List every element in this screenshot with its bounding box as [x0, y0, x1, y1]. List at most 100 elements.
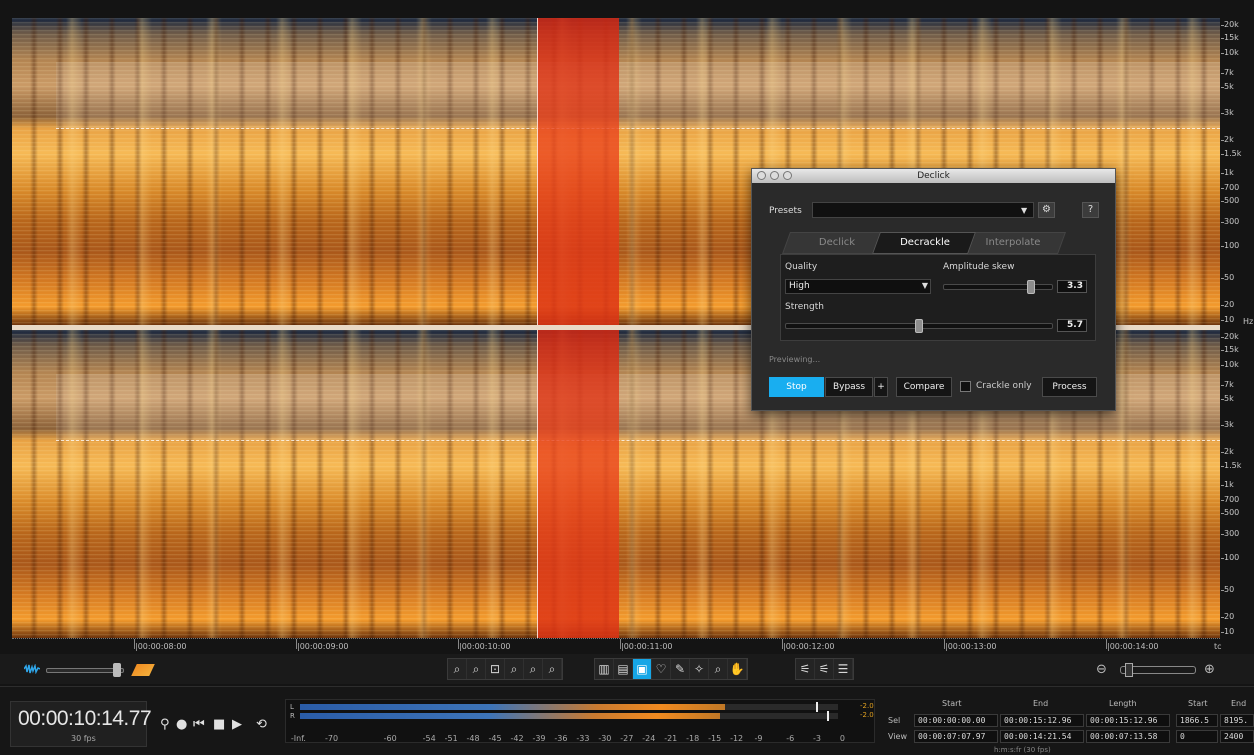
find-similar-icon[interactable]: ⚟ [815, 659, 834, 679]
frequency-label: 5k [1224, 394, 1234, 404]
meter-scale-label: -51 [444, 734, 458, 743]
frequency-label: 700 [1224, 183, 1240, 193]
view-length-field[interactable]: 00:00:07:13.58 [1086, 730, 1170, 743]
strength-thumb[interactable] [915, 319, 923, 333]
frequency-select-icon[interactable]: ▤ [614, 659, 633, 679]
bypass-button[interactable]: Bypass [825, 377, 873, 397]
tab-decrackle[interactable]: Decrackle [880, 232, 970, 254]
zoom-tools: ⌕ ⌕ ⊡ ⌕ ⌕ ⌕ [447, 658, 563, 680]
brush-icon[interactable]: ✎ [671, 659, 690, 679]
presets-dropdown[interactable] [812, 202, 1034, 218]
view-end-field[interactable]: 00:00:14:21.54 [1000, 730, 1084, 743]
selection-info-table: Start End Length Start End Sel 00:00:00:… [884, 699, 1254, 755]
loop-icon[interactable]: ⟲ [256, 717, 267, 732]
frequency-label: 700 [1224, 495, 1240, 505]
amplitude-skew-thumb[interactable] [1027, 280, 1035, 294]
horizontal-zoom-thumb[interactable] [1125, 663, 1133, 677]
zoom-out-icon[interactable]: ⌕ [467, 659, 486, 679]
stop-button[interactable]: Stop [769, 377, 824, 397]
sel-end-field[interactable]: 00:00:15:12.96 [1000, 714, 1084, 727]
frequency-label: 20 [1224, 611, 1235, 621]
zoom-in-icon[interactable]: ⌕ [448, 659, 467, 679]
playhead-cursor[interactable] [537, 18, 538, 325]
frequency-label: 3k [1224, 107, 1234, 117]
spectrum-menu-icon[interactable]: ☰ [834, 659, 853, 679]
microphone-icon[interactable]: ⚲ [160, 717, 170, 732]
frequency-selection[interactable] [56, 62, 1220, 129]
view-hz-start-field[interactable]: 0 [1176, 730, 1218, 743]
time-frequency-select-icon[interactable]: ▣ [633, 659, 652, 679]
frequency-label: 100 [1224, 553, 1240, 563]
frequency-unit: Hz [1243, 317, 1254, 326]
tab-declick[interactable]: Declick [792, 232, 882, 254]
time-selection-highlight[interactable] [537, 18, 619, 325]
zoom-window-icon[interactable] [783, 171, 792, 180]
frequency-label: 1k [1224, 167, 1234, 177]
record-icon[interactable]: ● [176, 717, 187, 732]
zoom-in-horizontal-icon[interactable]: ⊕ [1204, 662, 1215, 677]
sel-start-field[interactable]: 00:00:00:00.00 [914, 714, 998, 727]
dialog-title: Declick [917, 171, 950, 181]
declick-dialog: Declick Presets ▼ ⚙ ? Declick Decrackle … [751, 168, 1116, 411]
quality-dropdown[interactable]: High ▼ [785, 279, 931, 294]
meter-label-right: R [290, 712, 295, 720]
frequency-label: 50 [1224, 584, 1235, 594]
timeline-ruler[interactable]: |00:00:08:00 |00:00:09:00 |00:00:10:00 |00:… [12, 638, 1220, 654]
gear-icon[interactable]: ⚙ [1038, 202, 1055, 218]
header-hz-end: End [1231, 699, 1247, 708]
meter-label-left: L [290, 703, 294, 711]
amplitude-skew-slider[interactable] [943, 284, 1053, 290]
chevron-down-icon[interactable]: ▼ [1021, 206, 1027, 215]
selection-tools: ▥ ▤ ▣ ♡ ✎ ✧ ⌕ ✋ [594, 658, 748, 680]
hand-icon[interactable]: ✋ [728, 659, 747, 679]
dialog-title-bar[interactable]: Declick [752, 169, 1115, 183]
time-select-icon[interactable]: ▥ [595, 659, 614, 679]
timeline-label: |00:00:11:00 [621, 642, 673, 651]
bypass-add-button[interactable]: + [874, 377, 888, 397]
waveform-view-icon[interactable] [24, 664, 40, 674]
timeline-format: tc [1214, 642, 1222, 651]
minimize-window-icon[interactable] [770, 171, 779, 180]
magnify-icon[interactable]: ⌕ [709, 659, 728, 679]
sel-length-field[interactable]: 00:00:15:12.96 [1086, 714, 1170, 727]
zoom-fit-icon[interactable]: ⌕ [505, 659, 524, 679]
crackle-only-checkbox[interactable] [960, 381, 971, 392]
time-selection-highlight[interactable] [537, 330, 619, 638]
close-window-icon[interactable] [757, 171, 766, 180]
stop-icon[interactable]: ■ [213, 717, 225, 732]
harmonic-select-icon[interactable]: ⚟ [796, 659, 815, 679]
sel-hz-start-field[interactable]: 1866.5 [1176, 714, 1218, 727]
meter-scale-label: -36 [554, 734, 568, 743]
time-display[interactable]: 00:00:10:14.77 30 fps [10, 701, 152, 747]
tab-interpolate[interactable]: Interpolate [968, 232, 1058, 254]
play-icon[interactable]: ▶ [232, 717, 242, 732]
meter-scale-label: -21 [664, 734, 678, 743]
frequency-label: 1.5k [1224, 461, 1242, 471]
help-button[interactable]: ? [1082, 202, 1099, 218]
magic-wand-icon[interactable]: ✧ [690, 659, 709, 679]
view-hz-end-field[interactable]: 2400 [1220, 730, 1254, 743]
view-start-field[interactable]: 00:00:07:07.97 [914, 730, 998, 743]
lasso-icon[interactable]: ♡ [652, 659, 671, 679]
current-time: 00:00:10:14.77 [18, 707, 152, 730]
meter-scale-label: -70 [325, 734, 339, 743]
zoom-selection-icon[interactable]: ⊡ [486, 659, 505, 679]
go-to-start-icon[interactable]: ⏮ [193, 717, 205, 732]
playhead-cursor[interactable] [537, 330, 538, 638]
frequency-label: 20k [1224, 331, 1239, 341]
zoom-vertical-icon[interactable]: ⌕ [524, 659, 543, 679]
peak-value-left: -2.0 [860, 702, 874, 710]
blend-slider-thumb[interactable] [113, 663, 121, 677]
quality-value: High [789, 281, 810, 291]
spectrogram-view-icon[interactable] [131, 664, 155, 676]
amplitude-skew-value[interactable]: 3.3 [1057, 280, 1087, 293]
process-button[interactable]: Process [1042, 377, 1097, 397]
zoom-all-icon[interactable]: ⌕ [543, 659, 562, 679]
strength-value[interactable]: 5.7 [1057, 319, 1087, 332]
frequency-label: 500 [1224, 195, 1240, 205]
time-format-label: h:m:s:fr (30 fps) [994, 746, 1051, 754]
sel-hz-end-field[interactable]: 8195. [1220, 714, 1254, 727]
zoom-out-horizontal-icon[interactable]: ⊖ [1096, 662, 1107, 677]
compare-button[interactable]: Compare [896, 377, 952, 397]
frequency-label: 10k [1224, 48, 1239, 58]
